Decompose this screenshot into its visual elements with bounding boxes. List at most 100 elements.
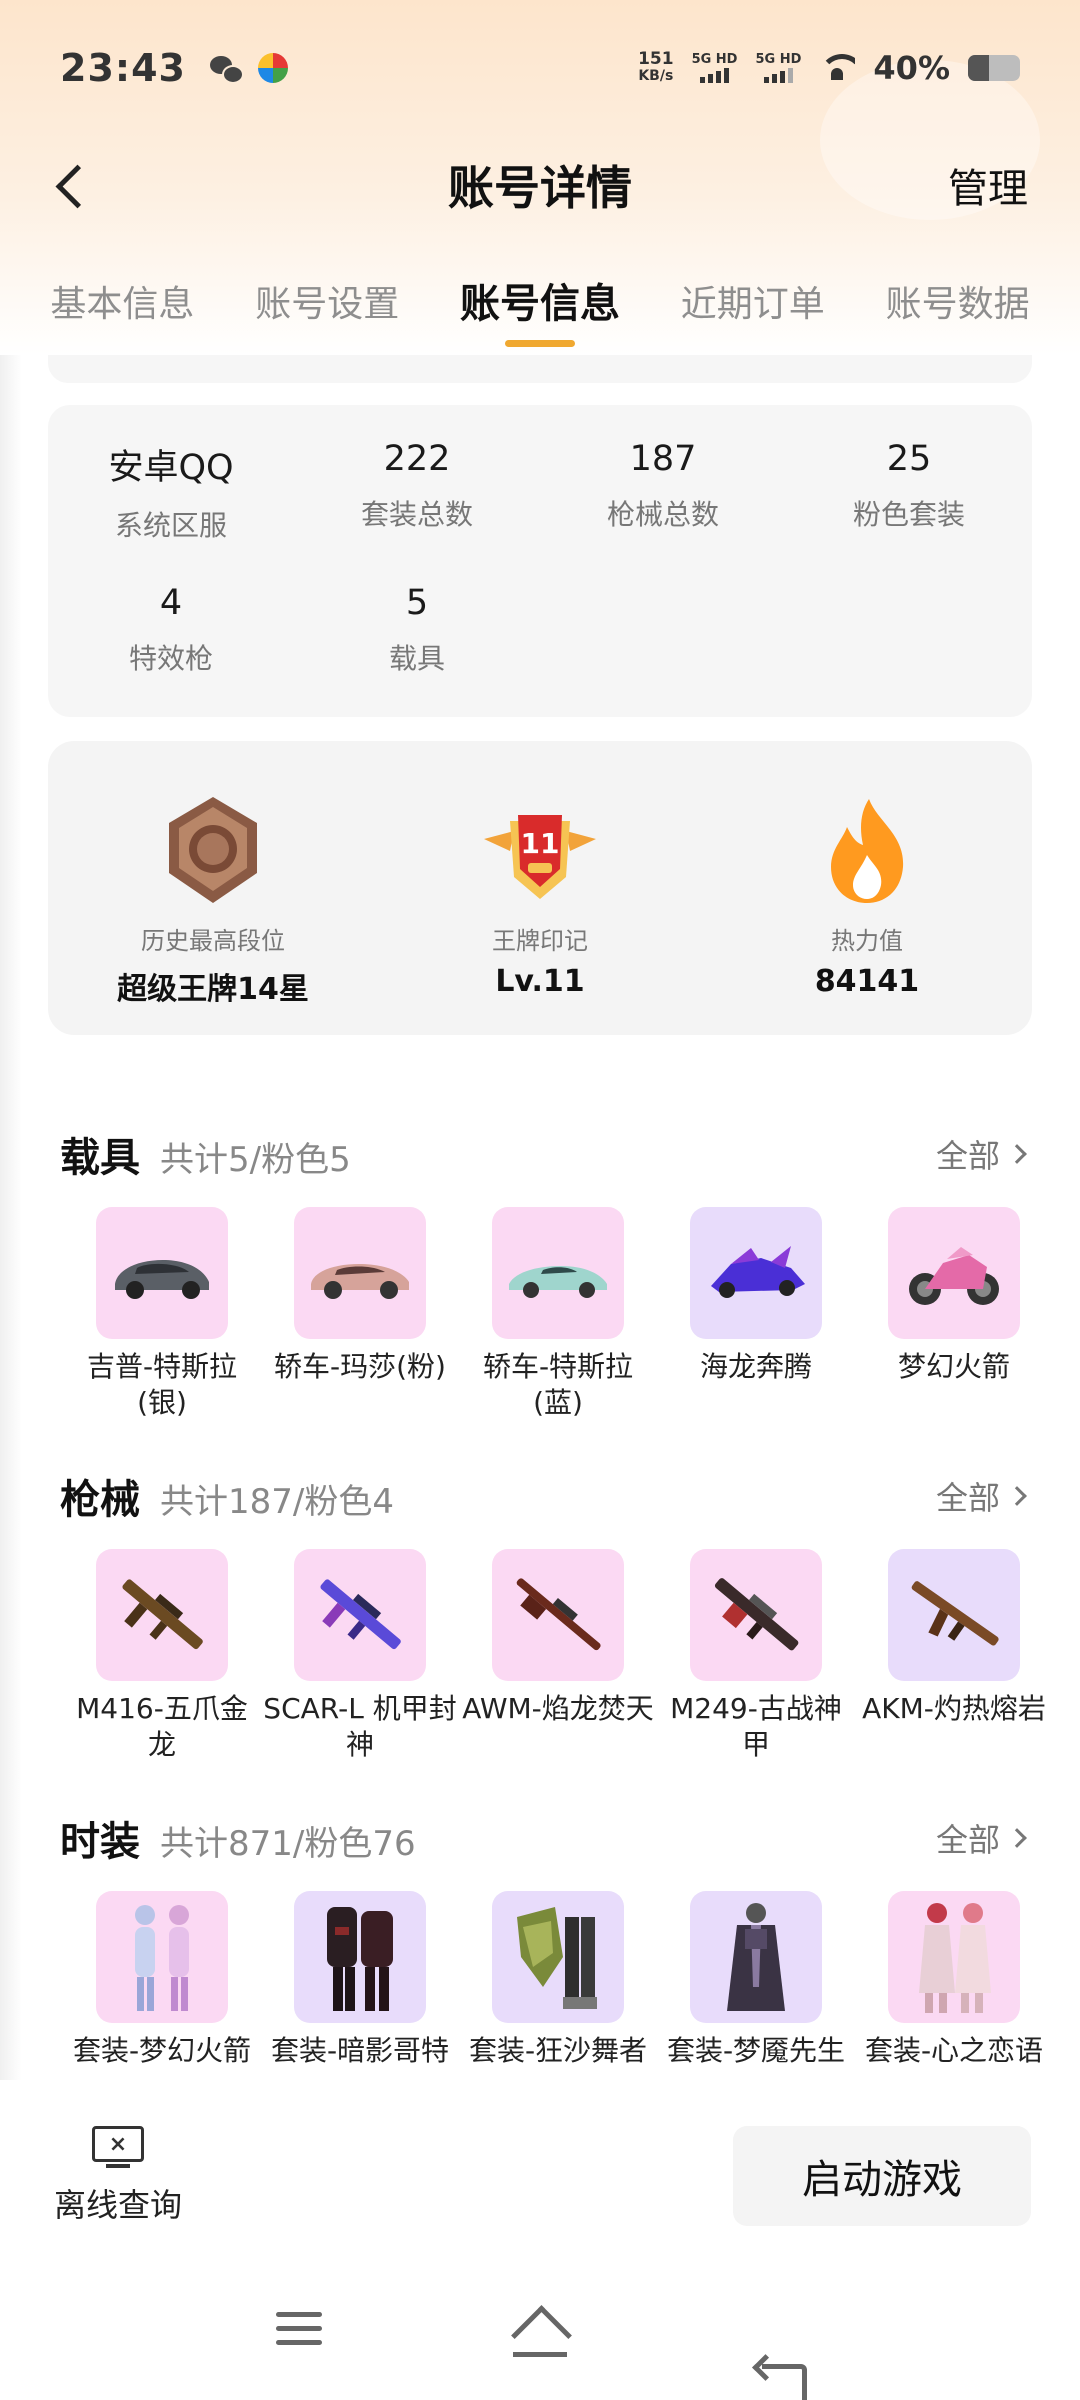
gun-item[interactable]: AWM-焰龙焚天 (460, 1549, 656, 1763)
stat-label: 套装总数 (360, 498, 473, 531)
rank-highest-tier: 历史最高段位 超级王牌14星 (48, 791, 378, 1008)
item-name: 套装-梦幻火箭 (72, 2034, 252, 2067)
speed-unit: KB/s (638, 67, 674, 84)
app-notification-icon (257, 52, 288, 83)
item-name: 轿车-特斯拉(蓝) (482, 1350, 634, 1419)
outfit-pink-icon (888, 1891, 1020, 2023)
battery-icon (968, 54, 1020, 81)
rank-value: 84141 (814, 964, 920, 999)
outfit-item[interactable]: 套装-狂沙舞者 (460, 1891, 656, 2080)
stat-outfits-total: 222 套装总数 (294, 439, 540, 533)
motorbike-icon (888, 1207, 1020, 1339)
outfit-item[interactable]: 套装-梦魇先生 (658, 1891, 854, 2080)
stat-label: 系统区服 (114, 509, 227, 542)
vehicle-item[interactable]: 吉普-特斯拉(银) (64, 1207, 260, 1421)
item-name: 轿车-玛莎(粉) (274, 1350, 446, 1383)
page-title: 账号详情 (448, 161, 632, 215)
status-bar: 23:43 151 KB/s 5G HD 5G HD 40% (0, 0, 1080, 135)
vehicles-all-link[interactable]: 全部 (936, 1131, 1027, 1177)
item-name: AWM-焰龙焚天 (462, 1692, 654, 1725)
rank-value: Lv.11 (495, 964, 585, 999)
tier-badge-icon (169, 797, 257, 903)
sim2-label: 5G HD (755, 52, 802, 67)
network-speed: 151 KB/s (638, 48, 674, 85)
outfit-white-icon (96, 1891, 228, 2023)
stat-effect-guns: 4 特效枪 (48, 583, 294, 677)
outfit-item[interactable]: 套装-心之恋语 (856, 1891, 1052, 2080)
speed-value: 151 (638, 48, 674, 69)
section-title: 时装 (60, 1819, 140, 1865)
silver-car-icon (96, 1207, 228, 1339)
vehicle-item[interactable]: 轿车-玛莎(粉) (262, 1207, 458, 1421)
ak-icon (888, 1549, 1020, 1681)
outfit-green-icon (492, 1891, 624, 2023)
signal-sim1: 5G HD (691, 52, 738, 83)
gun-item[interactable]: AKM-灼热熔岩 (856, 1549, 1052, 1763)
tab-account-settings[interactable]: 账号设置 (255, 265, 399, 355)
offline-query-button[interactable]: × 离线查询 (48, 2126, 188, 2226)
item-name: 套装-心之恋语 (864, 2034, 1044, 2067)
stat-guns-total: 187 枪械总数 (540, 439, 786, 533)
outfits-all-link[interactable]: 全部 (936, 1815, 1027, 1861)
offline-monitor-icon: × (92, 2126, 144, 2170)
section-count: 共计5/粉色5 (160, 1140, 351, 1180)
system-back-icon[interactable] (756, 2358, 807, 2400)
launch-game-button[interactable]: 启动游戏 (733, 2126, 1031, 2226)
flame-icon (831, 799, 904, 903)
item-name: 套装-狂沙舞者 (468, 2034, 648, 2067)
rank-ace-mark: 11 王牌印记 Lv.11 (375, 791, 705, 999)
gun-item[interactable]: M416-五爪金龙 (64, 1549, 260, 1763)
rank-label: 历史最高段位 (141, 927, 285, 955)
item-name: 梦幻火箭 (897, 1350, 1010, 1383)
vehicle-item[interactable]: 轿车-特斯拉(蓝) (460, 1207, 656, 1421)
signal-bars-icon (700, 67, 730, 83)
race-car-icon (690, 1207, 822, 1339)
tab-recent-orders[interactable]: 近期订单 (681, 265, 825, 355)
content-scroll[interactable]: 安卓QQ 系统区服 222 套装总数 187 枪械总数 25 粉色套装 4 特效… (0, 355, 1080, 2080)
home-icon[interactable] (511, 2312, 569, 2358)
rifle-blue-icon (294, 1549, 426, 1681)
wifi-icon (819, 53, 856, 82)
vehicle-item[interactable]: 梦幻火箭 (856, 1207, 1052, 1421)
tab-account-info[interactable]: 账号信息 (460, 265, 620, 355)
battery-percent: 40% (873, 48, 950, 87)
signal-sim2: 5G HD (755, 52, 801, 83)
section-title: 载具 (60, 1135, 140, 1181)
item-name: 吉普-特斯拉(银) (86, 1350, 238, 1419)
rank-card: 历史最高段位 超级王牌14星 11 王牌印记 Lv.11 热力值 84141 (48, 741, 1032, 1035)
item-name: M249-古战神甲 (670, 1692, 842, 1761)
battery-level-fill (968, 54, 989, 81)
vehicle-item[interactable]: 海龙奔腾 (658, 1207, 854, 1421)
rank-label: 王牌印记 (492, 927, 588, 955)
recent-apps-icon[interactable] (276, 2312, 322, 2354)
item-name: SCAR-L 机甲封神 (263, 1692, 457, 1761)
chevron-right-icon (1007, 1828, 1027, 1848)
tab-basic-info[interactable]: 基本信息 (50, 265, 194, 355)
outfit-item[interactable]: 套装-暗影哥特 (262, 1891, 458, 2080)
gun-item[interactable]: SCAR-L 机甲封神 (262, 1549, 458, 1763)
section-header: 枪械 共计187/粉色4 (60, 1467, 394, 1527)
guns-all-link[interactable]: 全部 (936, 1473, 1027, 1519)
wechat-icon (209, 54, 244, 84)
offline-query-label: 离线查询 (53, 2186, 182, 2224)
stat-value: 25 (886, 439, 932, 479)
outfit-dark-icon (294, 1891, 426, 2023)
sim1-label: 5G HD (691, 52, 738, 67)
section-count: 共计871/粉色76 (160, 1824, 416, 1864)
stat-value: 187 (629, 439, 697, 479)
stat-vehicles: 5 载具 (294, 583, 540, 677)
manage-button[interactable]: 管理 (948, 156, 1028, 214)
section-count: 共计187/粉色4 (160, 1482, 394, 1522)
account-stats-card: 安卓QQ 系统区服 222 套装总数 187 枪械总数 25 粉色套装 4 特效… (48, 405, 1032, 717)
gun-item[interactable]: M249-古战神甲 (658, 1549, 854, 1763)
rifle-icon (96, 1549, 228, 1681)
stat-value: 安卓QQ (108, 448, 234, 488)
outfit-item[interactable]: 套装-梦幻火箭 (64, 1891, 260, 2080)
system-navigation-bar (0, 2260, 1080, 2400)
section-header: 载具 共计5/粉色5 (60, 1125, 351, 1185)
tab-bar: 基本信息 账号设置 账号信息 近期订单 账号数据 (0, 265, 1080, 355)
section-title: 枪械 (60, 1477, 140, 1523)
tab-account-data[interactable]: 账号数据 (886, 265, 1030, 355)
rank-value: 超级王牌14星 (117, 972, 309, 1007)
outfit-coat-icon (690, 1891, 822, 2023)
